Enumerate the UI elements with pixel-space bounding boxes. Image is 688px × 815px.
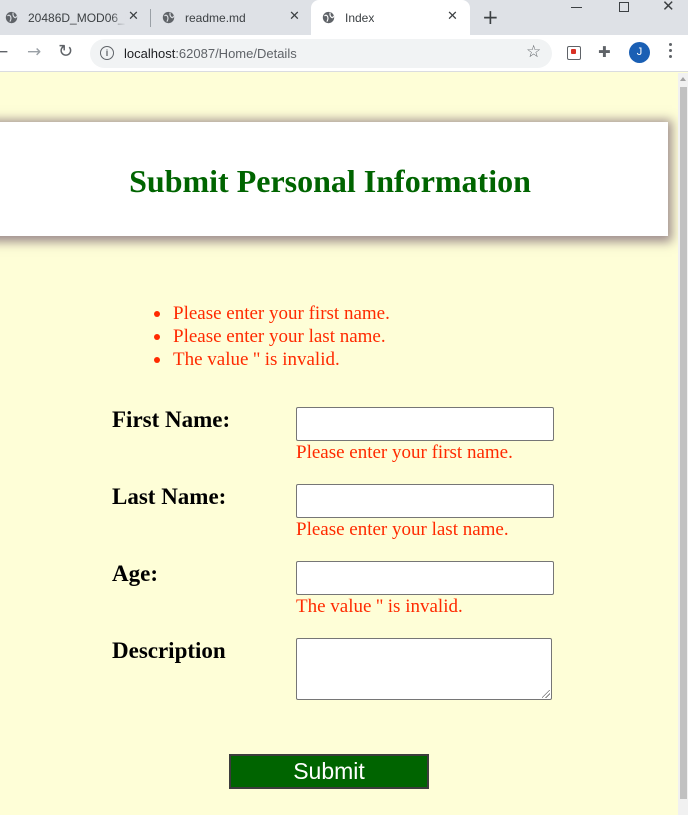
browser-toolbar: ← → ↻ i localhost:62087/Home/Details ☆ ✚… [0,35,688,72]
scroll-up-arrow-icon[interactable] [680,77,686,81]
close-tab-icon[interactable]: ✕ [447,9,458,24]
submit-button[interactable]: Submit [229,754,429,789]
close-window-button[interactable]: ✕ [662,0,675,15]
last-name-label: Last Name: [112,484,227,509]
tab-strip: 20486D_MOD06_Lab ✕ readme.md ✕ Index ✕ +… [0,0,688,35]
header-banner: Submit Personal Information [0,122,668,236]
bookmark-star-icon[interactable]: ☆ [526,42,541,62]
tab-index[interactable]: Index ✕ [311,0,470,35]
last-name-error: Please enter your last name. [296,519,509,540]
url-path: :62087/Home/Details [175,46,297,61]
tab-title: readme.md [185,10,246,25]
globe-icon [162,11,175,24]
close-tab-icon[interactable]: ✕ [128,9,139,24]
age-label: Age: [112,561,158,586]
validation-summary-item: Please enter your first name. [154,302,390,325]
url-text[interactable]: localhost:62087/Home/Details [124,46,297,61]
new-tab-button[interactable]: + [482,5,499,29]
extension-icon[interactable] [567,46,581,60]
close-tab-icon[interactable]: ✕ [289,9,300,24]
resize-handle[interactable] [542,690,550,698]
forward-button[interactable]: → [27,42,41,62]
reload-button[interactable]: ↻ [58,41,73,62]
extensions-puzzle-icon[interactable]: ✚ [598,43,611,61]
first-name-error: Please enter your first name. [296,442,513,463]
address-bar[interactable]: i localhost:62087/Home/Details ☆ [90,39,552,68]
tab-title: 20486D_MOD06_Lab [28,10,126,25]
back-button[interactable]: ← [0,42,8,62]
maximize-window-button[interactable] [619,2,629,12]
validation-summary-item: The value '' is invalid. [154,348,390,371]
browser-menu-icon[interactable] [669,43,673,61]
description-label: Description [112,638,226,663]
url-host: localhost [124,46,176,61]
page-scrollbar[interactable] [678,73,688,815]
scrollbar-thumb[interactable] [680,87,687,799]
age-input[interactable] [296,561,554,595]
description-textarea[interactable] [296,638,552,700]
profile-avatar[interactable]: J [629,42,650,63]
validation-summary-item: Please enter your last name. [154,325,390,348]
globe-icon [322,11,335,24]
site-info-icon[interactable]: i [100,46,114,60]
tab-title: Index [345,10,375,25]
first-name-input[interactable] [296,407,554,441]
tab-readme[interactable]: readme.md ✕ [153,0,309,35]
tab-mod06-lab[interactable]: 20486D_MOD06_Lab ✕ [0,0,148,35]
minimize-window-button[interactable] [569,0,585,14]
validation-summary: Please enter your first name. Please ent… [154,302,390,371]
tab-divider [150,9,151,27]
first-name-label: First Name: [112,407,231,432]
page-viewport: Submit Personal Information Please enter… [0,73,678,815]
last-name-input[interactable] [296,484,554,518]
age-error: The value '' is invalid. [296,596,463,617]
page-title: Submit Personal Information [129,163,531,199]
globe-icon [5,11,18,24]
